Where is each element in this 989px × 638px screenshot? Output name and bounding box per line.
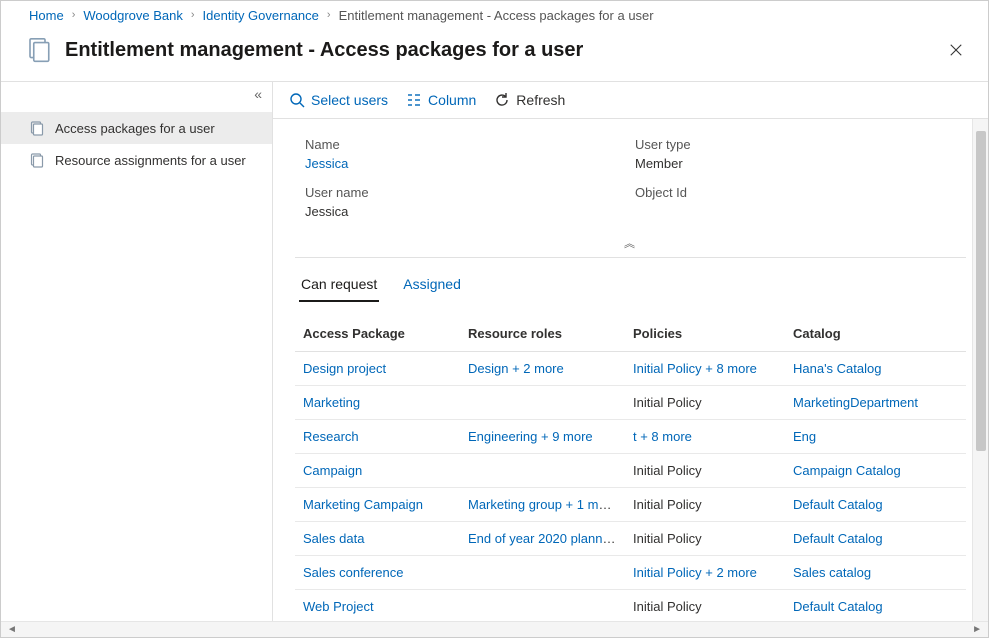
- policies-cell[interactable]: Initial Policy + 8 more: [633, 361, 757, 376]
- vertical-scrollbar[interactable]: [972, 119, 988, 621]
- user-info-panel: Name Jessica User type Member User name …: [295, 119, 966, 225]
- tab[interactable]: Can request: [299, 272, 379, 302]
- package-icon: [29, 120, 45, 136]
- catalog-link[interactable]: Hana's Catalog: [793, 361, 881, 376]
- table-row: Marketing Initial Policy MarketingDepartme…: [295, 386, 966, 420]
- scroll-right-icon[interactable]: ►: [968, 624, 986, 635]
- policies-cell: Initial Policy: [633, 463, 702, 478]
- horizontal-scrollbar[interactable]: ◄ ►: [1, 621, 988, 637]
- column-header[interactable]: Policies: [625, 318, 785, 352]
- access-package-link[interactable]: Research: [303, 429, 359, 444]
- scroll-left-icon[interactable]: ◄: [3, 624, 21, 635]
- catalog-link[interactable]: Eng: [793, 429, 816, 444]
- policies-cell: Initial Policy: [633, 599, 702, 614]
- catalog-link[interactable]: Sales catalog: [793, 565, 871, 580]
- user-type-value: Member: [635, 156, 956, 171]
- close-button[interactable]: [940, 34, 972, 66]
- catalog-link[interactable]: Campaign Catalog: [793, 463, 901, 478]
- name-label: Name: [305, 137, 625, 152]
- column-button[interactable]: Column: [406, 92, 476, 108]
- refresh-button[interactable]: Refresh: [494, 92, 565, 108]
- refresh-label: Refresh: [516, 92, 565, 108]
- breadcrumb-item[interactable]: Home: [29, 8, 64, 23]
- policies-cell[interactable]: t + 8 more: [633, 429, 692, 444]
- package-icon: [29, 152, 45, 168]
- page-header: Entitlement management - Access packages…: [1, 29, 988, 82]
- table-row: Sales data End of year 2020 plannin… Initi…: [295, 522, 966, 556]
- access-package-link[interactable]: Marketing: [303, 395, 360, 410]
- breadcrumb: Home›Woodgrove Bank›Identity Governance›…: [1, 1, 988, 29]
- policies-cell[interactable]: Initial Policy + 2 more: [633, 565, 757, 580]
- access-package-link[interactable]: Marketing Campaign: [303, 497, 423, 512]
- access-package-link[interactable]: Campaign: [303, 463, 362, 478]
- collapse-panel-icon[interactable]: ︽: [295, 231, 966, 258]
- table-row: Marketing Campaign Marketing group + 1 mo…: [295, 488, 966, 522]
- catalog-link[interactable]: MarketingDepartment: [793, 395, 918, 410]
- sidebar-item-label: Access packages for a user: [55, 121, 215, 136]
- sidebar-item[interactable]: Resource assignments for a user: [1, 144, 272, 176]
- resource-roles-cell[interactable]: Design + 2 more: [468, 361, 564, 376]
- select-users-button[interactable]: Select users: [289, 92, 388, 108]
- sidebar-item[interactable]: Access packages for a user: [1, 112, 272, 144]
- toolbar: Select users Column Refresh: [273, 82, 988, 118]
- column-header[interactable]: Catalog: [785, 318, 966, 352]
- column-header[interactable]: Resource roles: [460, 318, 625, 352]
- table-row: Design project Design + 2 more Initial Pol…: [295, 352, 966, 386]
- resource-roles-cell[interactable]: Marketing group + 1 mo…: [468, 497, 619, 512]
- sidebar: « Access packages for a user Resource ass…: [1, 82, 273, 621]
- access-package-link[interactable]: Web Project: [303, 599, 374, 614]
- breadcrumb-item[interactable]: Identity Governance: [203, 8, 319, 23]
- tab[interactable]: Assigned: [401, 272, 463, 302]
- chevron-right-icon: ›: [68, 9, 80, 21]
- select-users-label: Select users: [311, 92, 388, 108]
- user-name-value: Jessica: [305, 204, 625, 219]
- chevron-right-icon: ›: [187, 9, 199, 21]
- table-row: Sales conference Initial Policy + 2 more S…: [295, 556, 966, 590]
- access-package-link[interactable]: Design project: [303, 361, 386, 376]
- main-content: Select users Column Refresh Name Jess: [273, 82, 988, 621]
- breadcrumb-item: Entitlement management - Access packages…: [339, 8, 654, 23]
- breadcrumb-item[interactable]: Woodgrove Bank: [83, 8, 183, 23]
- policies-cell: Initial Policy: [633, 531, 702, 546]
- table-row: Campaign Initial Policy Campaign Catalog: [295, 454, 966, 488]
- page-title: Entitlement management - Access packages…: [65, 39, 940, 62]
- object-id-label: Object Id: [635, 185, 956, 200]
- resource-roles-cell[interactable]: End of year 2020 plannin…: [468, 531, 625, 546]
- access-package-link[interactable]: Sales conference: [303, 565, 403, 580]
- catalog-link[interactable]: Default Catalog: [793, 497, 883, 512]
- catalog-link[interactable]: Default Catalog: [793, 531, 883, 546]
- name-value[interactable]: Jessica: [305, 156, 625, 171]
- tabs: Can request Assigned: [295, 272, 966, 302]
- user-type-label: User type: [635, 137, 956, 152]
- chevron-right-icon: ›: [323, 9, 335, 21]
- column-label: Column: [428, 92, 476, 108]
- policies-cell: Initial Policy: [633, 395, 702, 410]
- table-row: Research Engineering + 9 more t + 8 more En…: [295, 420, 966, 454]
- column-header[interactable]: Access Package: [295, 318, 460, 352]
- access-packages-table: Access PackageResource rolesPoliciesCata…: [295, 318, 966, 621]
- packages-icon: [23, 33, 57, 67]
- table-row: Web Project Initial Policy Default Catalog: [295, 590, 966, 622]
- collapse-sidebar-icon[interactable]: «: [254, 86, 262, 112]
- access-package-link[interactable]: Sales data: [303, 531, 364, 546]
- sidebar-item-label: Resource assignments for a user: [55, 153, 246, 168]
- catalog-link[interactable]: Default Catalog: [793, 599, 883, 614]
- resource-roles-cell[interactable]: Engineering + 9 more: [468, 429, 593, 444]
- user-name-label: User name: [305, 185, 625, 200]
- policies-cell: Initial Policy: [633, 497, 702, 512]
